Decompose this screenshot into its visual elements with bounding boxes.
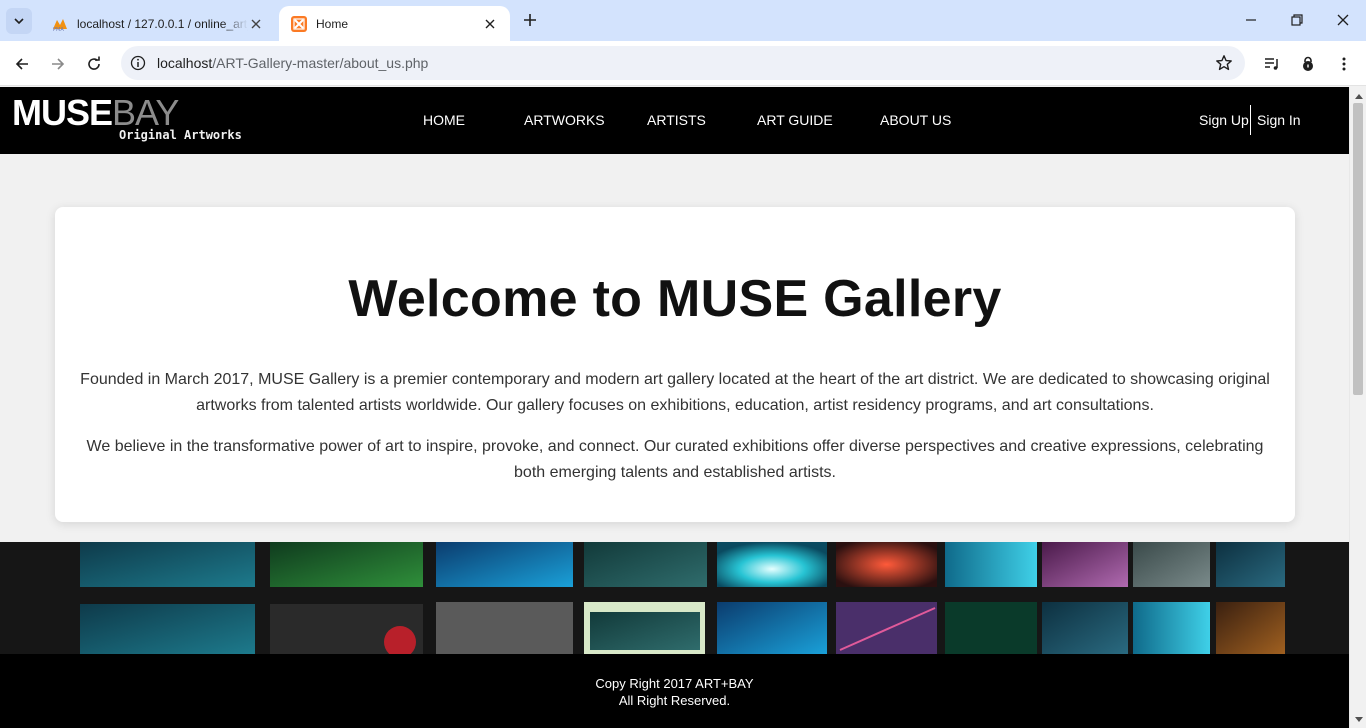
close-window-button[interactable] [1320, 0, 1366, 40]
minimize-button[interactable] [1228, 0, 1274, 40]
logo-muse: MUSE [12, 92, 113, 133]
page-scrollbar[interactable] [1349, 87, 1366, 728]
browser-tab-bar: PMA localhost / 127.0.0.1 / online_art_g… [0, 0, 1366, 41]
tab-title: Home [316, 16, 349, 31]
address-bar[interactable]: localhost/ART-Gallery-master/about_us.ph… [121, 46, 1245, 80]
auth-divider [1250, 105, 1251, 135]
sign-up-link[interactable]: Sign Up [1199, 112, 1249, 128]
site-footer: Copy Right 2017 ART+BAY All Right Reserv… [0, 654, 1349, 728]
chevron-down-icon [14, 18, 24, 25]
arrow-right-icon [52, 58, 65, 70]
restore-icon [1291, 14, 1303, 26]
browser-tab-home[interactable]: Home [279, 6, 510, 41]
forward-button[interactable] [44, 50, 72, 78]
page-viewport: MUSEBAY Original Artworks HOME ARTWORKS … [0, 87, 1349, 728]
about-paragraph-1: Founded in March 2017, MUSE Gallery is a… [80, 371, 1270, 414]
svg-text:PMA: PMA [53, 27, 64, 32]
arrow-left-icon [15, 58, 28, 70]
logo-tagline: Original Artworks [119, 128, 242, 142]
bookmark-star-icon[interactable] [1215, 54, 1233, 77]
extension-button[interactable] [1294, 50, 1322, 78]
banner-artwork-image [0, 542, 1349, 654]
about-paragraph-2: We believe in the transformative power o… [86, 438, 1264, 481]
footer-rights: All Right Reserved. [618, 693, 731, 708]
close-icon[interactable] [248, 16, 264, 32]
browser-menu-button[interactable] [1330, 50, 1358, 78]
nav-home[interactable]: HOME [423, 112, 465, 128]
artwork-screens-banner [0, 542, 1349, 654]
xampp-icon [291, 15, 307, 32]
sign-in-link[interactable]: Sign In [1257, 112, 1301, 128]
site-logo[interactable]: MUSEBAY Original Artworks [12, 92, 242, 143]
browser-tab-phpmyadmin[interactable]: PMA localhost / 127.0.0.1 / online_art_g… [40, 6, 276, 41]
new-tab-button[interactable] [519, 9, 541, 31]
url-text: localhost/ART-Gallery-master/about_us.ph… [157, 55, 429, 71]
reload-icon [88, 56, 100, 70]
close-icon [1337, 14, 1349, 26]
footer-copyright: Copy Right 2017 ART+BAY [595, 676, 754, 691]
reload-button[interactable] [80, 50, 108, 78]
minimize-icon [1246, 19, 1256, 21]
about-card: Welcome to MUSE Gallery Founded in March… [55, 207, 1295, 522]
site-header: MUSEBAY Original Artworks HOME ARTWORKS … [0, 87, 1349, 154]
logo-bay: BAY [112, 92, 179, 133]
back-button[interactable] [8, 50, 36, 78]
site-info-icon[interactable] [123, 55, 153, 71]
nav-about-us[interactable]: ABOUT US [880, 112, 951, 128]
restore-button[interactable] [1274, 0, 1320, 40]
plus-icon [524, 14, 536, 26]
lock-extension-icon [1303, 56, 1313, 71]
browser-toolbar: localhost/ART-Gallery-master/about_us.ph… [0, 41, 1366, 86]
media-control-button[interactable] [1258, 50, 1286, 78]
scroll-down-arrow-icon[interactable] [1353, 714, 1364, 725]
nav-artists[interactable]: ARTISTS [647, 112, 706, 128]
nav-artworks[interactable]: ARTWORKS [524, 112, 605, 128]
phpmyadmin-icon: PMA [52, 16, 68, 32]
close-icon[interactable] [482, 16, 498, 32]
page-title: Welcome to MUSE Gallery [348, 270, 1002, 328]
scroll-thumb[interactable] [1353, 103, 1363, 395]
scroll-up-arrow-icon[interactable] [1353, 90, 1364, 101]
tab-title: localhost / 127.0.0.1 / online_art_galle… [77, 16, 248, 31]
tab-search-button[interactable] [6, 8, 32, 34]
nav-art-guide[interactable]: ART GUIDE [757, 112, 833, 128]
kebab-menu-icon [1342, 57, 1346, 71]
playlist-icon [1265, 58, 1278, 70]
